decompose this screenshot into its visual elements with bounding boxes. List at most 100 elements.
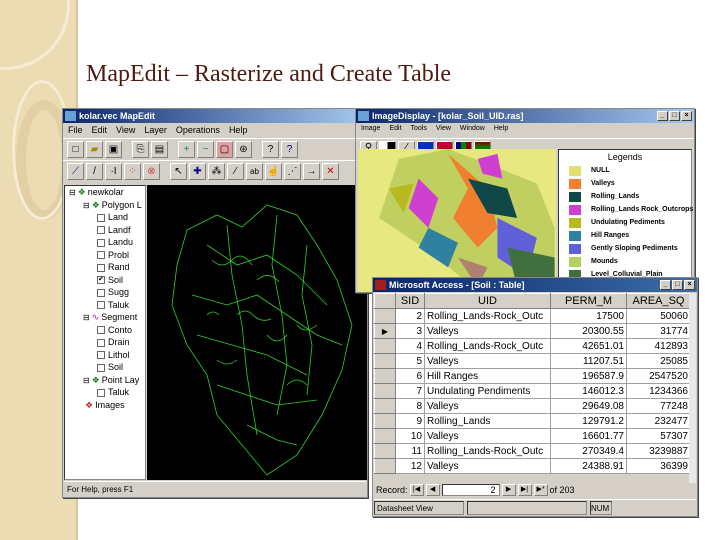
row-selector[interactable] xyxy=(374,413,396,429)
table-cell[interactable]: Hill Ranges xyxy=(424,368,551,384)
tree-item[interactable]: Landf xyxy=(65,224,145,237)
line-tool-icon[interactable]: ⟋ xyxy=(67,163,84,180)
table-cell[interactable]: 11 xyxy=(395,443,425,459)
table-row[interactable]: 6 Hill Ranges 196587.9 2547520 xyxy=(374,368,691,384)
row-selector[interactable] xyxy=(374,338,396,354)
table-row[interactable]: 12 Valleys 24388.91 36399 xyxy=(374,458,691,474)
tree-item[interactable]: ⊟ ❖ Polygon L xyxy=(65,199,145,212)
column-header[interactable]: SID xyxy=(395,293,425,309)
polygon-tool-icon[interactable]: ⊗ xyxy=(143,163,160,180)
menu-item-layer[interactable]: Layer xyxy=(144,125,167,136)
layer-checkbox[interactable] xyxy=(97,351,105,360)
vertical-scrollbar[interactable] xyxy=(689,293,696,483)
new-record-button[interactable]: ▶* xyxy=(533,484,548,496)
row-selector[interactable] xyxy=(374,398,396,414)
table-row[interactable]: ▶ 3 Valleys 20300.55 31774 xyxy=(374,323,691,339)
menu-item-view[interactable]: View xyxy=(116,125,135,136)
menu-item-window[interactable]: Window xyxy=(460,125,485,136)
table-cell[interactable]: 25085 xyxy=(626,353,691,369)
hand-icon[interactable]: ☝ xyxy=(265,163,282,180)
table-cell[interactable]: 5 xyxy=(395,353,425,369)
table-cell[interactable]: 7 xyxy=(395,383,425,399)
close-button[interactable]: × xyxy=(684,280,695,290)
expand-icon[interactable]: ⊟ xyxy=(83,376,90,385)
tree-item[interactable]: ⊟ ❖ newkolar xyxy=(65,186,145,199)
table-cell[interactable]: 2 xyxy=(395,308,425,324)
table-cell[interactable]: 3 xyxy=(395,323,425,339)
table-cell[interactable]: 196587.9 xyxy=(550,368,627,384)
column-header[interactable]: PERM_M xyxy=(550,293,627,309)
record-number-input[interactable]: 2 xyxy=(441,484,500,496)
mapedit-titlebar[interactable]: kolar.vec MapEdit xyxy=(63,109,367,123)
column-header[interactable]: UID xyxy=(424,293,551,309)
table-cell[interactable]: Valleys xyxy=(424,353,551,369)
tree-item[interactable]: Landu xyxy=(65,236,145,249)
row-selector[interactable] xyxy=(374,443,396,459)
table-cell[interactable]: Valleys xyxy=(424,323,551,339)
join-icon[interactable]: → xyxy=(303,163,320,180)
layer-checkbox[interactable] xyxy=(97,363,105,372)
menu-item-tools[interactable]: Tools xyxy=(411,125,427,136)
table-cell[interactable]: Valleys xyxy=(424,458,551,474)
table-cell[interactable]: 20300.55 xyxy=(550,323,627,339)
point-tool-icon[interactable]: ⁘ xyxy=(124,163,141,180)
table-cell[interactable]: 232477 xyxy=(626,413,691,429)
table-cell[interactable]: 11207.51 xyxy=(550,353,627,369)
table-cell[interactable]: 4 xyxy=(395,338,425,354)
label-icon[interactable]: ab xyxy=(246,163,263,180)
table-cell[interactable]: 146012.3 xyxy=(550,383,627,399)
table-cell[interactable]: 16601.77 xyxy=(550,428,627,444)
table-cell[interactable]: 57307 xyxy=(626,428,691,444)
context-help-icon[interactable]: ? xyxy=(281,141,298,158)
move-icon[interactable]: ✚ xyxy=(189,163,206,180)
layer-checkbox[interactable] xyxy=(97,288,105,297)
tree-item[interactable]: Taluk xyxy=(65,299,145,312)
table-cell[interactable]: 10 xyxy=(395,428,425,444)
expand-icon[interactable]: ⊟ xyxy=(83,201,90,210)
table-cell[interactable]: 8 xyxy=(395,398,425,414)
row-selector[interactable] xyxy=(374,428,396,444)
tree-item[interactable]: ✔ Soil xyxy=(65,274,145,287)
expand-icon[interactable]: ⊟ xyxy=(83,313,90,322)
layer-checkbox[interactable] xyxy=(97,338,105,347)
split-icon[interactable]: ⋰ xyxy=(284,163,301,180)
table-cell[interactable]: Undulating Pendiments xyxy=(424,383,551,399)
row-selector[interactable] xyxy=(374,383,396,399)
table-cell[interactable]: Valleys xyxy=(424,428,551,444)
menu-item-edit[interactable]: Edit xyxy=(92,125,108,136)
table-cell[interactable]: 12 xyxy=(395,458,425,474)
menu-item-help[interactable]: Help xyxy=(229,125,248,136)
last-record-button[interactable]: ▶| xyxy=(517,484,532,496)
snap-icon[interactable]: ⁄ xyxy=(227,163,244,180)
tree-item[interactable]: ❖ Images xyxy=(65,399,145,412)
table-cell[interactable]: Rolling_Lands xyxy=(424,413,551,429)
layer-tree[interactable]: ⊟ ❖ newkolar ⊟ ❖ Polygon L Land Landf Landu Probl… xyxy=(64,185,146,480)
tree-item[interactable]: Conto xyxy=(65,324,145,337)
table-cell[interactable]: 6 xyxy=(395,368,425,384)
tree-item[interactable]: Lithol xyxy=(65,349,145,362)
help-icon[interactable]: ? xyxy=(262,141,279,158)
table-cell[interactable]: Rolling_Lands-Rock_Outc xyxy=(424,443,551,459)
copy-icon[interactable]: ⎘ xyxy=(132,141,149,158)
raster-map-canvas[interactable] xyxy=(358,149,556,292)
minimize-button[interactable]: _ xyxy=(660,280,671,290)
menu-item-help[interactable]: Help xyxy=(494,125,508,136)
table-cell[interactable]: 1234366 xyxy=(626,383,691,399)
menu-item-image[interactable]: Image xyxy=(361,125,380,136)
menu-item-edit[interactable]: Edit xyxy=(389,125,401,136)
access-titlebar[interactable]: Microsoft Access - [Soil : Table] _ □ × xyxy=(373,278,697,292)
prev-record-button[interactable]: ◀ xyxy=(425,484,440,496)
table-row[interactable]: 11 Rolling_Lands-Rock_Outc 270349.4 3239887 xyxy=(374,443,691,459)
layer-checkbox[interactable]: ✔ xyxy=(97,276,105,285)
table-cell[interactable]: Rolling_Lands-Rock_Outc xyxy=(424,308,551,324)
maximize-button[interactable]: □ xyxy=(669,111,680,121)
layer-checkbox[interactable] xyxy=(97,388,105,397)
menu-item-operations[interactable]: Operations xyxy=(176,125,220,136)
tree-item[interactable]: Taluk xyxy=(65,386,145,399)
table-cell[interactable]: 9 xyxy=(395,413,425,429)
next-record-button[interactable]: ▶ xyxy=(501,484,516,496)
table-row[interactable]: 10 Valleys 16601.77 57307 xyxy=(374,428,691,444)
table-cell[interactable]: Rolling_Lands-Rock_Outc xyxy=(424,338,551,354)
table-row[interactable]: 5 Valleys 11207.51 25085 xyxy=(374,353,691,369)
table-row[interactable]: 9 Rolling_Lands 129791.2 232477 xyxy=(374,413,691,429)
